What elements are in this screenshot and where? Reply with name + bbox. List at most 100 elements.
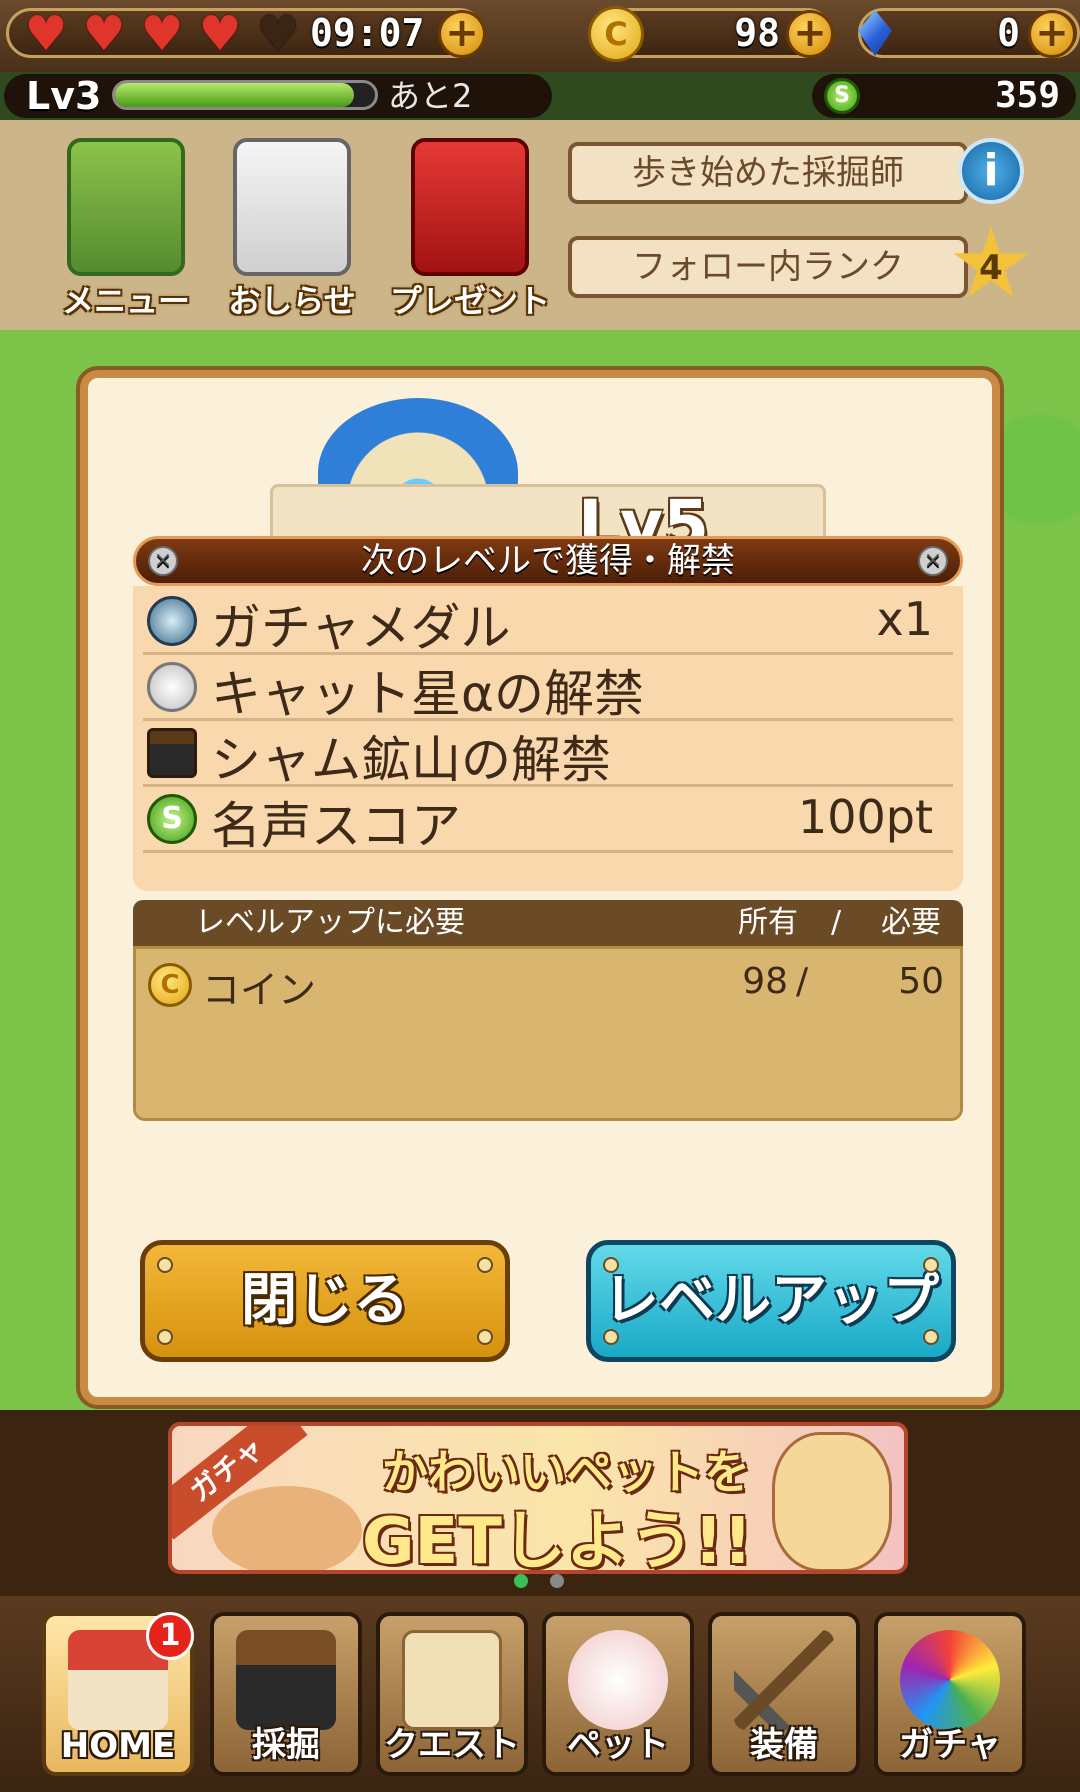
heart-icon: ♥ — [82, 6, 126, 62]
rivet — [603, 1257, 619, 1273]
exp-remaining: あと2 — [388, 77, 473, 115]
promo-area: ガチャ かわいいペットを GETしよう!! — [0, 1410, 1080, 1596]
gift-icon — [411, 138, 529, 276]
status-bar: ♥ ♥ ♥ ♥ ♥ 09:07 + C 98 + 0 + — [0, 0, 1080, 75]
need-header: 必要 — [881, 905, 941, 940]
girl-character-icon — [772, 1432, 892, 1570]
gacha-medal-icon — [147, 596, 197, 646]
promo-banner[interactable]: ガチャ かわいいペットを GETしよう!! — [168, 1422, 908, 1574]
bottom-nav: 1 HOME 採掘 クエスト ペット 装備 ガチャ — [0, 1596, 1080, 1792]
scroll-icon — [402, 1630, 502, 1730]
rewards-title: 次のレベルで獲得・解禁 — [361, 541, 735, 581]
cat-star-icon — [147, 662, 197, 712]
nav-label: 採掘 — [252, 1725, 320, 1765]
news-button-label: おしらせ — [228, 282, 356, 320]
requirements-header: レベルアップに必要 所有 / 必要 — [133, 900, 963, 946]
levelup-button[interactable]: レベルアップ — [586, 1240, 956, 1362]
slash: / — [831, 905, 842, 940]
coin-icon: C — [588, 6, 644, 62]
coin-count: 98 — [734, 11, 780, 55]
rainbow-egg-icon — [900, 1630, 1000, 1730]
present-button-label: プレゼント — [390, 282, 551, 320]
rivet — [477, 1329, 493, 1345]
table-row: C コイン 98 / 50 — [144, 955, 954, 1015]
clipboard-icon — [67, 138, 185, 276]
nav-equipment[interactable]: 装備 — [708, 1612, 860, 1776]
news-button[interactable]: おしらせ — [212, 138, 372, 322]
heart-icon: ♥ — [24, 6, 68, 62]
reward-value: 100pt — [797, 790, 933, 844]
slash: / — [796, 961, 809, 1002]
requirements-list: C コイン 98 / 50 — [133, 946, 963, 1121]
rank-banner[interactable]: フォロー内ランク — [568, 236, 968, 298]
dog-pet-icon — [212, 1486, 362, 1570]
nav-home[interactable]: 1 HOME — [42, 1612, 194, 1776]
level-bar: Lv3 あと2 S 359 — [0, 72, 1080, 120]
info-icon[interactable]: i — [958, 138, 1024, 204]
fame-score-icon: S — [147, 794, 197, 844]
rank-banner-label: フォロー内ランク — [632, 247, 904, 287]
fame-score-icon: S — [824, 78, 860, 114]
owned-header: 所有 — [738, 905, 798, 940]
nav-gacha[interactable]: ガチャ — [874, 1612, 1026, 1776]
pickaxe-icon — [734, 1630, 834, 1730]
list-item: シャム鉱山の解禁 — [143, 718, 953, 789]
nav-label: ペット — [567, 1725, 669, 1765]
heart-icon: ♥ — [140, 6, 184, 62]
player-level: Lv3 — [26, 74, 102, 118]
list-item: キャット星αの解禁 — [143, 652, 953, 723]
bolt-icon: × — [148, 546, 178, 576]
bolt-icon: × — [918, 546, 948, 576]
rivet — [157, 1329, 173, 1345]
requirement-label: コイン — [202, 968, 317, 1012]
add-gems-button[interactable]: + — [1028, 10, 1076, 58]
menu-button[interactable]: メニュー — [46, 138, 206, 322]
rivet — [157, 1257, 173, 1273]
add-stamina-button[interactable]: + — [438, 10, 486, 58]
rivet — [477, 1257, 493, 1273]
nav-quest[interactable]: クエスト — [376, 1612, 528, 1776]
rivet — [603, 1329, 619, 1345]
exp-gauge-fill — [115, 83, 355, 107]
mine-icon — [147, 728, 197, 778]
carousel-dot-active[interactable] — [514, 1574, 528, 1588]
nav-label: HOME — [60, 1726, 176, 1766]
nav-pet[interactable]: ペット — [542, 1612, 694, 1776]
reward-label: キャット星αの解禁 — [211, 665, 644, 723]
close-button[interactable]: 閉じる — [140, 1240, 510, 1362]
coin-icon: C — [148, 963, 192, 1007]
need-value: 50 — [898, 961, 944, 1002]
rivet — [923, 1329, 939, 1345]
reward-label: ガチャメダル — [211, 599, 511, 657]
envelope-icon — [233, 138, 351, 276]
requirements-title: レベルアップに必要 — [195, 905, 465, 940]
gem-count: 0 — [997, 11, 1020, 55]
rabbit-pet-icon — [568, 1630, 668, 1730]
heart-empty-icon: ♥ — [256, 6, 300, 62]
nav-mining[interactable]: 採掘 — [210, 1612, 362, 1776]
reward-label: シャム鉱山の解禁 — [211, 731, 611, 789]
stamina-timer: 09:07 — [310, 11, 425, 55]
reward-label: 名声スコア — [211, 797, 461, 855]
notification-badge: 1 — [146, 1612, 194, 1660]
nav-label: クエスト — [384, 1725, 520, 1765]
close-button-label: 閉じる — [241, 1268, 409, 1333]
player-title: 歩き始めた採掘師 — [632, 153, 904, 193]
rivet — [923, 1257, 939, 1273]
exp-gauge — [112, 80, 378, 110]
mine-entrance-icon — [236, 1630, 336, 1730]
rewards-header: × 次のレベルで獲得・解禁 × — [133, 536, 963, 586]
nav-label: ガチャ — [899, 1725, 1001, 1765]
heart-icon: ♥ — [198, 6, 242, 62]
rewards-list: ガチャメダル x1 キャット星αの解禁 シャム鉱山の解禁 S 名声スコア 100… — [133, 586, 963, 891]
owned-value: 98 — [742, 961, 788, 1002]
menu-button-label: メニュー — [61, 282, 190, 320]
add-coins-button[interactable]: + — [786, 10, 834, 58]
list-item: ガチャメダル x1 — [143, 586, 953, 657]
reward-value: x1 — [876, 592, 934, 646]
present-button[interactable]: プレゼント — [390, 138, 550, 322]
levelup-dialog: Lv5 × 次のレベルで獲得・解禁 × ガチャメダル x1 キャット星αの解禁 … — [80, 370, 1000, 1405]
title-banner[interactable]: 歩き始めた採掘師 — [568, 142, 968, 204]
promo-line2: GETしよう!! — [362, 1505, 753, 1574]
carousel-dot[interactable] — [550, 1574, 564, 1588]
